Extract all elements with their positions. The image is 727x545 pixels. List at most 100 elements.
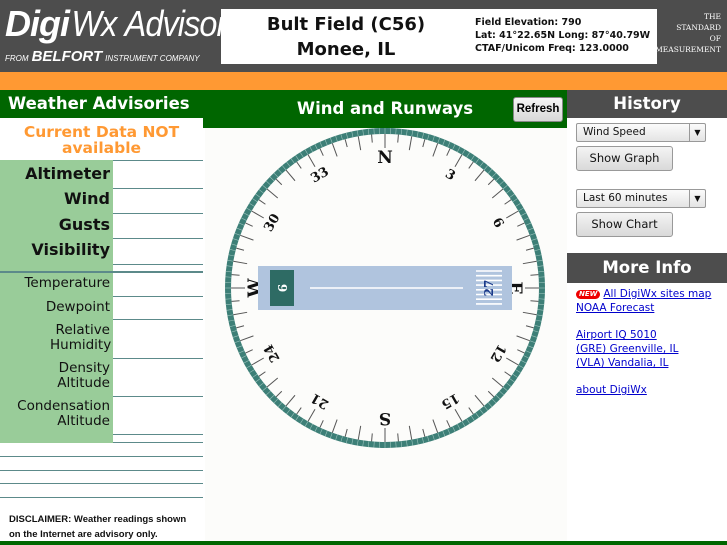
- divider: [0, 483, 203, 484]
- compass-tick: [240, 335, 254, 342]
- compass-tick: [468, 407, 474, 415]
- compass-tick: [525, 247, 534, 251]
- selected-period: Last 60 minutes: [583, 192, 668, 204]
- heading-label: 3: [442, 167, 457, 185]
- runway-number-9: 9: [275, 284, 289, 292]
- compass-tick: [357, 136, 362, 151]
- compass-tick: [319, 148, 324, 156]
- link-greenville[interactable]: (GRE) Greenville, IL: [576, 342, 711, 356]
- field-title: Bult Field (C56) Monee, IL: [221, 12, 471, 62]
- divider: [0, 456, 203, 457]
- compass-tick: [307, 408, 316, 422]
- compass-tick: [233, 311, 248, 316]
- compass-tick: [275, 390, 283, 398]
- compass-tick: [331, 143, 338, 157]
- compass-tick: [371, 134, 373, 143]
- divider: [0, 497, 203, 498]
- refresh-button[interactable]: Refresh: [513, 97, 563, 122]
- row-line: [113, 396, 203, 397]
- compass-tick: [296, 407, 302, 415]
- compass-tick: [285, 169, 296, 182]
- compass-tick: [474, 169, 485, 182]
- compass-tick: [522, 311, 537, 316]
- row-line: [113, 264, 203, 265]
- compass-tick: [491, 188, 504, 199]
- compass-tick: [522, 260, 537, 265]
- compass-tick: [487, 178, 495, 186]
- compass-tick: [491, 377, 504, 388]
- row-line: [113, 358, 203, 359]
- heading-label: 6: [489, 215, 507, 230]
- compass-tick: [432, 143, 439, 157]
- compass-tick: [397, 433, 399, 442]
- compass-tick: [468, 161, 474, 169]
- section-divider: [0, 271, 203, 273]
- link-airport-iq[interactable]: Airport IQ 5010: [576, 328, 711, 342]
- compass-tick: [357, 425, 362, 440]
- heading-label: 33: [308, 164, 331, 186]
- wind-runways-header: Wind and Runways Refresh: [205, 90, 567, 128]
- compass-tick: [285, 394, 296, 407]
- compass-tick: [505, 357, 519, 366]
- heading-label: 24: [261, 341, 283, 364]
- link-vandalia[interactable]: (VLA) Vandalia, IL: [576, 356, 711, 370]
- compass-tick: [266, 188, 279, 199]
- compass-tick: [408, 425, 413, 440]
- compass-tick: [432, 419, 439, 433]
- footer-bar: [0, 541, 727, 545]
- row-line: [113, 238, 203, 239]
- compass-panel: N E S W 3 6 12 15 21 24 30 33 9 27: [205, 128, 567, 541]
- compass-tick: [397, 134, 399, 143]
- runway-number-27: 27: [482, 280, 496, 297]
- condensation-altitude-label: Condensation Altitude: [17, 398, 110, 429]
- compass-tick: [296, 161, 302, 169]
- field-elevation: Field Elevation: 790: [475, 17, 582, 28]
- row-line: [113, 319, 203, 320]
- compass-tick: [487, 390, 495, 398]
- disclaimer: DISCLAIMER: Weather readings shown on th…: [9, 514, 187, 540]
- humidity-label: Relative Humidity: [50, 322, 112, 353]
- history-title: History: [567, 90, 727, 118]
- compass-tick: [233, 260, 248, 265]
- show-chart-button[interactable]: Show Chart: [576, 212, 673, 237]
- compass-tick: [275, 178, 283, 186]
- compass-tick: [517, 349, 525, 354]
- link-noaa-forecast[interactable]: NOAA Forecast: [576, 301, 711, 315]
- temperature-label: Temperature: [24, 275, 110, 291]
- show-graph-button[interactable]: Show Graph: [576, 146, 673, 171]
- compass-tick: [530, 300, 539, 302]
- dewpoint-label: Dewpoint: [45, 299, 110, 315]
- logo-subtitle: FROM BELFORT INSTRUMENT COMPANY: [5, 48, 200, 65]
- compass-tick: [422, 428, 426, 437]
- link-all-sites-map[interactable]: NEW All DigiWx sites map: [576, 287, 711, 301]
- compass-tick: [245, 222, 253, 227]
- field-location: Monee, IL: [296, 39, 396, 60]
- density-altitude-label: Density Altitude: [57, 360, 110, 391]
- compass-tick: [344, 139, 348, 148]
- compass-tick: [231, 274, 240, 276]
- data-status: Current Data NOT available: [23, 123, 180, 157]
- divider: [0, 470, 203, 471]
- gusts-label: Gusts: [58, 215, 110, 234]
- compass-tick: [240, 234, 254, 241]
- wind-runways-title: Wind and Runways: [296, 99, 474, 118]
- chevron-down-icon: ▼: [689, 190, 705, 207]
- compass-tick: [505, 210, 519, 219]
- compass-tick: [251, 210, 265, 219]
- digiwx-logo[interactable]: DigiWx Advisor™ FROMBELFORTINSTRUMENT CO…: [5, 4, 244, 66]
- compass-tick: [525, 325, 534, 329]
- compass-tick: [517, 222, 525, 227]
- compass-tick: [319, 420, 324, 428]
- field-name: Bult Field (C56): [266, 14, 426, 35]
- wind-compass: NESW36121521243033 9 27: [225, 128, 545, 448]
- compass-tick: [408, 136, 413, 151]
- visibility-label: Visibility: [31, 240, 110, 259]
- compass-tick: [258, 199, 266, 205]
- link-about-digiwx[interactable]: about DigiWx: [576, 383, 711, 397]
- compass-tick: [266, 377, 279, 388]
- history-period-select[interactable]: Last 60 minutes ▼: [576, 189, 706, 208]
- compass-tick: [245, 349, 253, 354]
- compass-tick: [236, 247, 245, 251]
- more-info-links: NEW All DigiWx sites map NOAA Forecast Ai…: [576, 287, 711, 397]
- history-parameter-select[interactable]: Wind Speed ▼: [576, 123, 706, 142]
